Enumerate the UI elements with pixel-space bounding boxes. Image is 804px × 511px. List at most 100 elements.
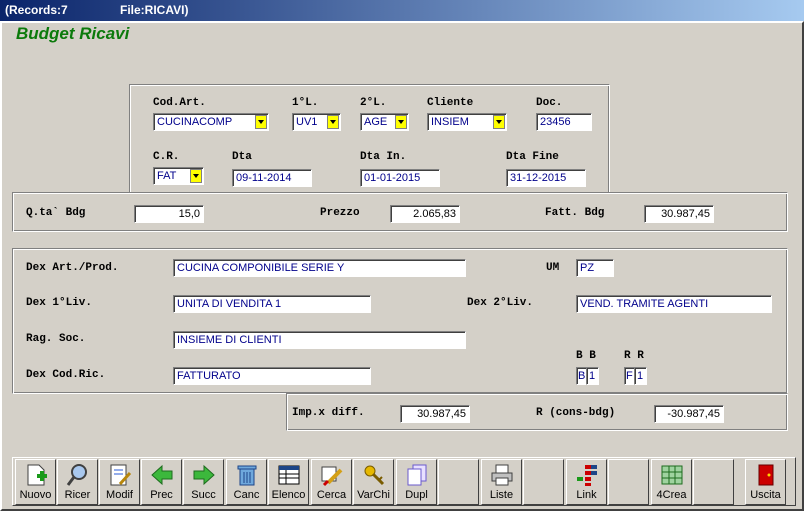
doc-field[interactable]: 23456 xyxy=(536,113,592,131)
page-title: Budget Ricavi xyxy=(16,24,130,43)
dupl-button[interactable]: Dupl xyxy=(396,459,437,505)
dta-fine-field[interactable]: 31-12-2015 xyxy=(506,169,586,187)
qta-field[interactable]: 15,0 xyxy=(134,205,204,223)
liv2-label: 2°L. xyxy=(360,97,387,109)
dex-codric-label: Dex Cod.Ric. xyxy=(26,369,106,381)
dta-field[interactable]: 09-11-2014 xyxy=(232,169,312,187)
printer-icon xyxy=(491,464,513,486)
fatt-label: Fatt. Bdg xyxy=(545,207,605,219)
modif-button[interactable]: Modif xyxy=(99,459,140,505)
title-bar: (Records:7 File:RICAVI) xyxy=(0,0,804,21)
crea4-caption: 4Crea xyxy=(656,489,687,501)
dex2-label: Dex 2°Liv. xyxy=(467,297,534,309)
varchi-button[interactable]: VarChi xyxy=(353,459,394,505)
cerca-button[interactable]: Cerca xyxy=(311,459,352,505)
nuovo-caption: Nuovo xyxy=(19,489,52,501)
succ-button[interactable]: Succ xyxy=(183,459,224,505)
dex-codric-field[interactable]: FATTURATO xyxy=(173,367,371,385)
cliente-combo[interactable]: INSIEM xyxy=(427,113,507,131)
edit-document-icon xyxy=(110,464,132,486)
rr-field-2[interactable]: 1 xyxy=(634,367,647,385)
prec-caption: Prec xyxy=(150,489,173,501)
cr-label: C.R. xyxy=(153,151,180,163)
modif-caption: Modif xyxy=(106,489,133,501)
succ-caption: Succ xyxy=(191,489,216,501)
fatt-field[interactable]: 30.987,45 xyxy=(644,205,714,223)
rag-soc-field[interactable]: INSIEME DI CLIENTI xyxy=(173,331,466,349)
chevron-down-icon[interactable] xyxy=(395,115,407,129)
prezzo-label: Prezzo xyxy=(320,207,360,219)
ricer-caption: Ricer xyxy=(64,489,91,501)
canc-button[interactable]: Canc xyxy=(226,459,267,505)
crea4-button[interactable]: 4Crea xyxy=(651,459,692,505)
link-caption: Link xyxy=(576,489,597,501)
file-name: File:RICAVI) xyxy=(120,3,189,17)
bb-label: B B xyxy=(576,350,596,362)
imp-label: Imp.x diff. xyxy=(292,407,365,419)
cod-art-combo[interactable]: CUCINACOMP xyxy=(153,113,269,131)
duplicate-icon xyxy=(407,464,427,486)
arrow-right-icon xyxy=(193,464,215,486)
liv1-value: UV1 xyxy=(296,116,318,128)
doc-label: Doc. xyxy=(536,97,563,109)
liste-caption: Liste xyxy=(489,489,514,501)
cr-value: FAT xyxy=(157,170,177,182)
uscita-button[interactable]: Uscita xyxy=(745,459,786,505)
prec-button[interactable]: Prec xyxy=(141,459,182,505)
liste-button[interactable]: Liste xyxy=(481,459,522,505)
find-brush-icon xyxy=(321,466,343,487)
elenco-caption: Elenco xyxy=(271,489,306,501)
imp-field[interactable]: 30.987,45 xyxy=(400,405,470,423)
chevron-down-icon[interactable] xyxy=(493,115,505,129)
liv2-combo[interactable]: AGE xyxy=(360,113,409,131)
link-button[interactable]: Link xyxy=(566,459,607,505)
empty-button-1[interactable] xyxy=(438,459,479,505)
cr-combo[interactable]: FAT xyxy=(153,167,204,185)
cod-art-label: Cod.Art. xyxy=(153,97,206,109)
dex-art-label: Dex Art./Prod. xyxy=(26,262,119,274)
dta-fine-label: Dta Fine xyxy=(506,151,559,163)
ricer-button[interactable]: Ricer xyxy=(57,459,98,505)
cliente-value: INSIEM xyxy=(431,116,469,128)
nuovo-button[interactable]: Nuovo xyxy=(15,459,56,505)
liv1-label: 1°L. xyxy=(292,97,319,109)
records-count: (Records:7 xyxy=(5,3,68,17)
empty-button-4[interactable] xyxy=(693,459,734,505)
search-icon xyxy=(66,464,87,486)
varchi-caption: VarChi xyxy=(357,489,390,501)
prezzo-field[interactable]: 2.065,83 xyxy=(390,205,460,223)
chevron-down-icon[interactable] xyxy=(327,115,339,129)
dex1-label: Dex 1°Liv. xyxy=(26,297,93,309)
dex2-field[interactable]: VEND. TRAMITE AGENTI xyxy=(576,295,772,313)
dta-label: Dta xyxy=(232,151,252,163)
liv2-value: AGE xyxy=(364,116,388,128)
bb-field-2[interactable]: 1 xyxy=(586,367,599,385)
empty-button-2[interactable] xyxy=(523,459,564,505)
r-field[interactable]: -30.987,45 xyxy=(654,405,724,423)
dex-art-field[interactable]: CUCINA COMPONIBILE SERIE Y xyxy=(173,259,466,277)
cliente-label: Cliente xyxy=(427,97,474,109)
rag-soc-label: Rag. Soc. xyxy=(26,333,86,345)
rr-label: R R xyxy=(624,350,644,362)
dta-in-field[interactable]: 01-01-2015 xyxy=(360,169,440,187)
um-field[interactable]: PZ xyxy=(576,259,614,277)
arrow-left-icon xyxy=(151,464,173,486)
canc-caption: Canc xyxy=(233,489,260,501)
dupl-caption: Dupl xyxy=(405,489,428,501)
um-label: UM xyxy=(546,262,560,274)
r-label: R (cons-bdg) xyxy=(536,407,616,419)
table-icon xyxy=(278,465,300,485)
dex1-field[interactable]: UNITA DI VENDITA 1 xyxy=(173,295,371,313)
cerca-caption: Cerca xyxy=(316,489,347,501)
cod-art-value: CUCINACOMP xyxy=(157,116,233,128)
chevron-down-icon[interactable] xyxy=(255,115,267,129)
exit-door-icon xyxy=(758,464,774,486)
uscita-caption: Uscita xyxy=(750,489,781,501)
elenco-button[interactable]: Elenco xyxy=(268,459,309,505)
link-tree-icon xyxy=(577,465,597,486)
liv1-combo[interactable]: UV1 xyxy=(292,113,341,131)
dta-in-label: Dta In. xyxy=(360,151,407,163)
key-icon xyxy=(364,465,385,486)
empty-button-3[interactable] xyxy=(608,459,649,505)
chevron-down-icon[interactable] xyxy=(190,169,202,183)
